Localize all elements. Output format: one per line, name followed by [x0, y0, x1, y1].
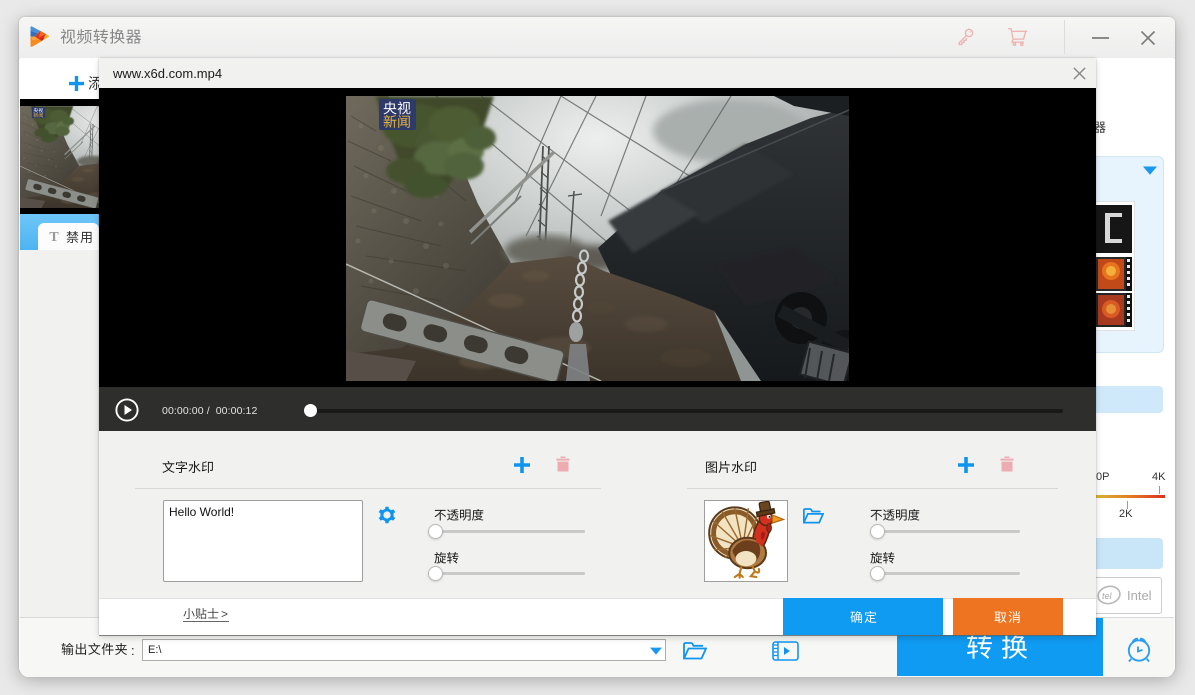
svg-text:tel: tel [1102, 591, 1113, 601]
svg-text:Intel: Intel [1127, 588, 1152, 603]
